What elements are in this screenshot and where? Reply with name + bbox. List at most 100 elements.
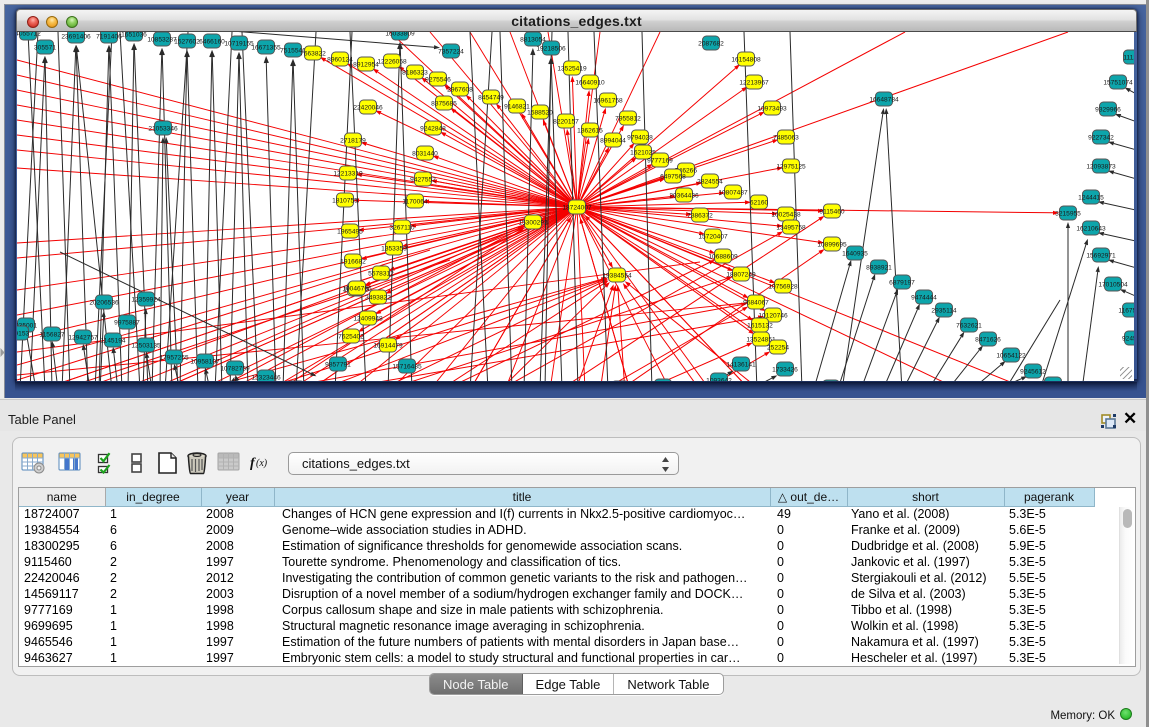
svg-text:15300293: 15300293 [518, 219, 548, 226]
svg-text:10899695: 10899695 [817, 241, 847, 248]
svg-text:20364436: 20364436 [669, 192, 699, 199]
svg-text:12093873: 12093873 [1086, 163, 1116, 170]
svg-text:18807249: 18807249 [726, 271, 756, 278]
svg-text:8994044: 8994044 [600, 137, 626, 144]
svg-text:4055712: 4055712 [17, 32, 41, 37]
svg-text:8912954: 8912954 [353, 61, 379, 68]
svg-text:23691406: 23691406 [61, 33, 91, 40]
svg-text:10046766: 10046766 [342, 285, 372, 292]
svg-text:9242848: 9242848 [420, 125, 446, 132]
svg-text:7485063: 7485063 [773, 134, 799, 141]
svg-text:3824554: 3824554 [697, 178, 723, 185]
svg-text:1156827: 1156827 [39, 331, 65, 338]
svg-text:16961758: 16961758 [593, 97, 623, 104]
svg-text:9684067: 9684067 [743, 299, 769, 306]
svg-text:13525419: 13525419 [557, 65, 587, 72]
svg-text:9975887: 9975887 [114, 319, 140, 326]
svg-text:15751074: 15751074 [1103, 79, 1133, 86]
svg-text:2087682: 2087682 [698, 40, 724, 47]
svg-text:12975125: 12975125 [776, 163, 806, 170]
svg-text:1170064: 1170064 [402, 198, 428, 205]
svg-text:16154808: 16154808 [731, 56, 761, 63]
svg-text:16648784: 16648784 [869, 96, 899, 103]
svg-text:7632621: 7632621 [956, 322, 982, 329]
svg-text:1244415: 1244415 [1078, 194, 1104, 201]
svg-text:10719155: 10719155 [224, 40, 254, 47]
svg-text:8031440: 8031440 [412, 150, 438, 157]
svg-text:8813054: 8813054 [520, 36, 546, 43]
svg-text:12213319: 12213319 [333, 170, 363, 177]
svg-text:1093642: 1093642 [706, 377, 732, 381]
svg-text:9245612: 9245612 [1020, 368, 1046, 375]
svg-text:6497568: 6497568 [660, 173, 686, 180]
svg-text:9777169: 9777169 [647, 157, 673, 164]
svg-text:10782759: 10782759 [220, 365, 250, 372]
svg-text:1810755: 1810755 [332, 197, 358, 204]
svg-text:5578312: 5578312 [368, 270, 394, 277]
svg-text:15720407: 15720407 [698, 233, 728, 240]
svg-text:9275546: 9275546 [425, 76, 451, 83]
svg-text:7625402: 7625402 [338, 333, 364, 340]
svg-text:9227342: 9227342 [1088, 134, 1114, 141]
svg-text:1353359: 1353359 [381, 245, 407, 252]
svg-text:62160: 62160 [750, 199, 769, 206]
svg-text:1615132: 1615132 [747, 322, 773, 329]
svg-text:19384554: 19384554 [602, 272, 632, 279]
svg-text:12226058: 12226058 [377, 58, 407, 65]
svg-text:12942757: 12942757 [68, 334, 98, 341]
svg-text:10756928: 10756928 [768, 283, 798, 290]
svg-text:6466160: 6466160 [199, 38, 225, 45]
svg-text:1965495: 1965495 [337, 228, 363, 235]
svg-text:11123: 11123 [1123, 54, 1134, 61]
svg-text:12409948: 12409948 [353, 315, 383, 322]
svg-text:39153: 39153 [17, 330, 29, 337]
svg-text:10853287: 10853287 [147, 36, 177, 43]
svg-text:3493822: 3493822 [365, 294, 391, 301]
svg-text:16210643: 16210643 [1076, 225, 1106, 232]
svg-text:8960124: 8960124 [327, 56, 353, 63]
svg-text:9857791: 9857791 [325, 361, 351, 368]
svg-text:1733426: 1733426 [772, 366, 798, 373]
svg-text:1167533: 1167533 [1118, 307, 1134, 314]
svg-text:1640935: 1640935 [842, 250, 868, 257]
svg-text:22420046: 22420046 [353, 104, 383, 111]
svg-text:10973493: 10973493 [757, 105, 787, 112]
svg-text:8375685: 8375685 [431, 100, 457, 107]
svg-text:8471626: 8471626 [975, 336, 1001, 343]
svg-text:1588520: 1588520 [527, 109, 553, 116]
svg-text:1651036: 1651036 [121, 32, 147, 38]
svg-text:1916682: 1916682 [340, 258, 366, 265]
svg-text:7357224: 7357224 [438, 48, 464, 55]
svg-text:12323446: 12323446 [251, 374, 281, 381]
svg-text:8220157: 8220157 [553, 118, 579, 125]
svg-text:7386372: 7386372 [687, 212, 713, 219]
svg-text:1145194: 1145194 [100, 337, 126, 344]
svg-text:8454749: 8454749 [478, 94, 504, 101]
svg-text:(x): (x) [256, 458, 268, 469]
svg-text:9794028: 9794028 [627, 134, 653, 141]
svg-text:16914479: 16914479 [373, 342, 403, 349]
svg-text:14136141: 14136141 [726, 361, 756, 368]
svg-text:12503135: 12503135 [131, 342, 161, 349]
svg-text:8938921: 8938921 [866, 264, 892, 271]
svg-text:7955812: 7955812 [615, 115, 641, 122]
svg-text:2718179: 2718179 [340, 137, 366, 144]
svg-text:12359924: 12359924 [131, 296, 161, 303]
svg-text:305571: 305571 [34, 44, 56, 51]
svg-text:2935114: 2935114 [931, 307, 957, 314]
svg-text:924502: 924502 [1122, 335, 1134, 342]
svg-text:16671355: 16671355 [251, 44, 281, 51]
svg-text:7663822: 7663822 [300, 50, 326, 57]
svg-text:9329966: 9329966 [1095, 106, 1121, 113]
svg-text:10025438: 10025438 [771, 211, 801, 218]
svg-text:3267110: 3267110 [389, 224, 415, 231]
svg-text:9474444: 9474444 [911, 294, 937, 301]
svg-text:16033809: 16033809 [385, 32, 415, 37]
svg-text:10688609: 10688609 [708, 253, 738, 260]
svg-text:16640910: 16640910 [575, 79, 605, 86]
svg-text:12213967: 12213967 [739, 79, 769, 86]
svg-text:10807487: 10807487 [718, 189, 748, 196]
svg-text:19218506: 19218506 [536, 45, 566, 52]
svg-text:2967608: 2967608 [447, 86, 473, 93]
svg-text:1527602: 1527602 [174, 38, 200, 45]
